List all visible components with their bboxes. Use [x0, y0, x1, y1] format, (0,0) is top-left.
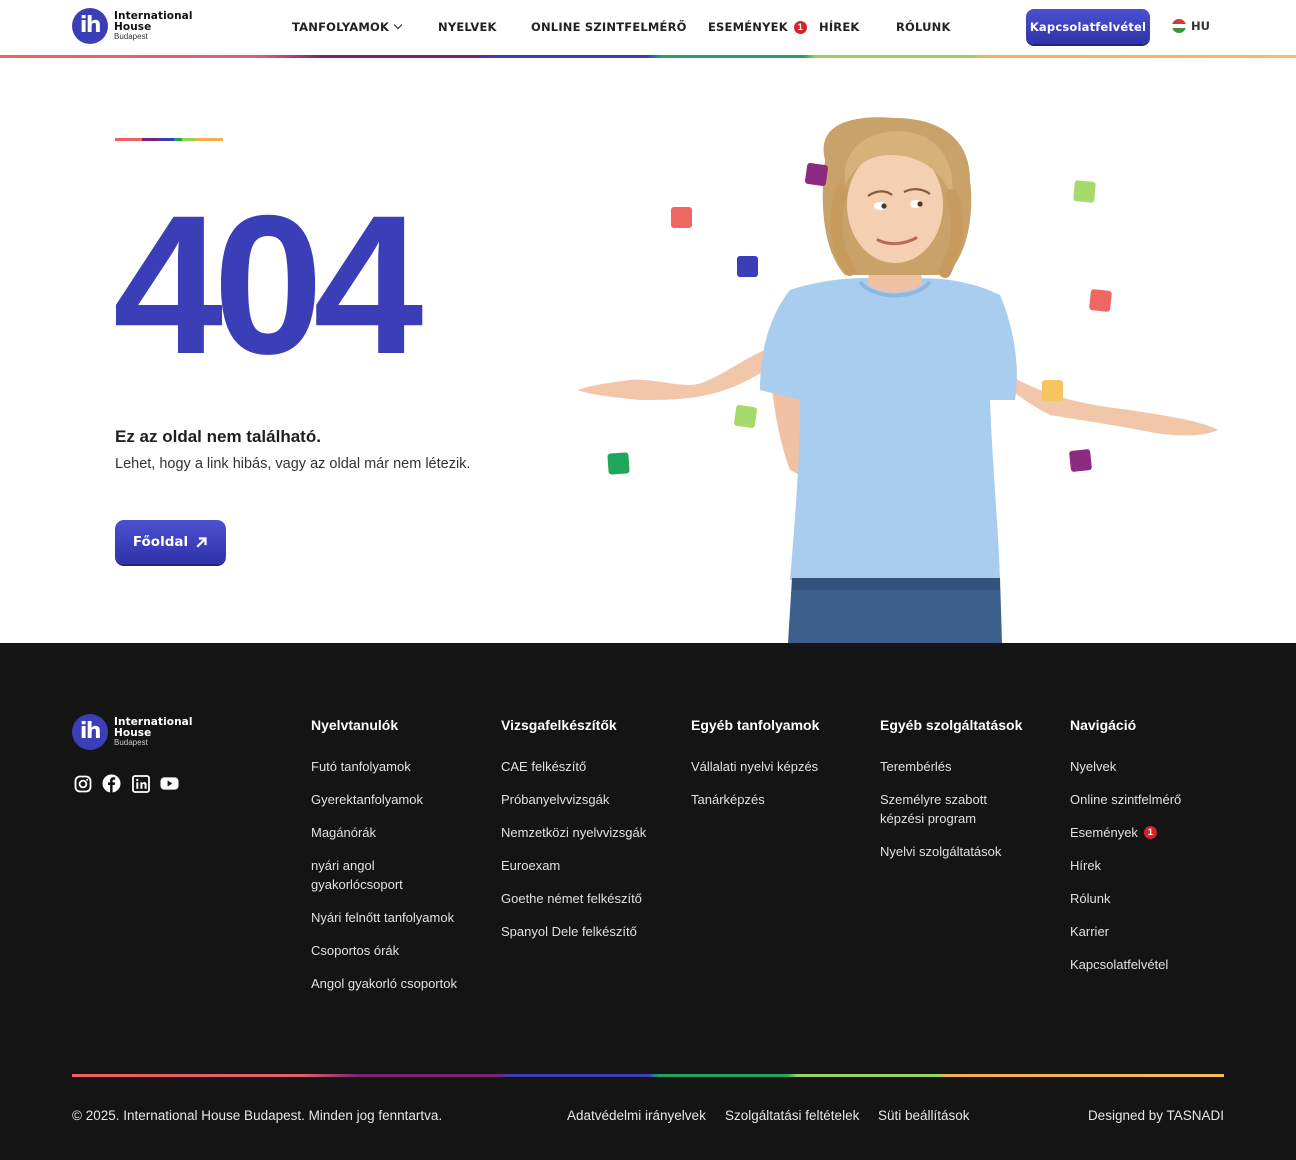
footer-link[interactable]: Hírek: [1070, 856, 1181, 875]
language-label: HU: [1191, 19, 1210, 33]
nav-esemenyek[interactable]: ESEMÉNYEK 1: [708, 0, 807, 54]
header-rainbow-divider: [0, 55, 1296, 58]
logo-line-3: Budapest: [114, 32, 148, 41]
footer-link[interactable]: Nyelvek: [1070, 757, 1181, 776]
privacy-policy-link[interactable]: Adatvédelmi irányelvek: [567, 1108, 706, 1123]
footer-column-navigacio: Navigáció Nyelvek Online szintfelmérő Es…: [1070, 717, 1181, 988]
language-selector[interactable]: HU: [1172, 19, 1222, 33]
footer-column-nyelvtanulok: Nyelvtanulók Futó tanfolyamok Gyerektanf…: [311, 717, 457, 1007]
logo-line-1: International: [114, 10, 193, 22]
nav-hirek[interactable]: HÍREK: [819, 0, 860, 54]
copyright-text: © 2025. International House Budapest. Mi…: [72, 1108, 443, 1123]
nav-rolunk[interactable]: RÓLUNK: [896, 0, 951, 54]
instagram-icon[interactable]: [73, 774, 92, 793]
nav-label: TANFOLYAMOK: [292, 20, 390, 34]
footer-link[interactable]: Terembérlés: [880, 757, 1022, 776]
footer-link-esemenyek[interactable]: Események 1: [1070, 823, 1181, 842]
confetti-square: [804, 162, 829, 187]
confetti-square: [671, 207, 692, 228]
youtube-icon[interactable]: [160, 774, 179, 793]
error-code: 404: [113, 174, 423, 395]
nav-nyelvek[interactable]: NYELVEK: [438, 0, 497, 54]
footer-link[interactable]: CAE felkészítő: [501, 757, 646, 776]
nav-label: ESEMÉNYEK: [708, 20, 788, 34]
footer-link[interactable]: Nyári felnőtt tanfolyamok: [311, 908, 457, 927]
confetti-square: [737, 256, 758, 277]
designed-by-link[interactable]: Designed by TASNADI: [1088, 1108, 1224, 1123]
events-count-badge: 1: [793, 20, 807, 34]
footer-link[interactable]: nyári angol gyakorlócsoport: [311, 856, 421, 894]
footer-link[interactable]: Nyelvi szolgáltatások: [880, 842, 1022, 861]
footer-link[interactable]: Személyre szabott képzési program: [880, 790, 1005, 828]
footer-column-title: Egyéb tanfolyamok: [691, 717, 820, 733]
footer-link[interactable]: Spanyol Dele felkészítő: [501, 922, 646, 941]
nav-tanfolyamok[interactable]: TANFOLYAMOK: [292, 0, 403, 54]
terms-of-service-link[interactable]: Szolgáltatási feltételek: [725, 1108, 859, 1123]
events-count-badge: 1: [1143, 826, 1157, 839]
accent-rainbow-line: [115, 138, 223, 141]
footer-column-title: Vizsgafelkészítők: [501, 717, 617, 733]
footer-link[interactable]: Goethe német felkészítő: [501, 889, 646, 908]
site-footer: ih International House Budapest Nyelvtan…: [0, 643, 1296, 1160]
site-logo[interactable]: ih International House Budapest: [72, 8, 193, 44]
footer-column-title: Nyelvtanulók: [311, 717, 399, 733]
logo-line-3: Budapest: [114, 738, 148, 747]
nav-label: HÍREK: [819, 20, 860, 34]
confetti-square: [1042, 380, 1063, 401]
nav-online-szintfelmero[interactable]: ONLINE SZINTFELMÉRŐ: [531, 0, 687, 54]
confetti-square: [1068, 448, 1093, 473]
logo-line-1: International: [114, 716, 193, 728]
footer-link[interactable]: Rólunk: [1070, 889, 1181, 908]
logo-mark: ih: [72, 8, 108, 44]
confetti-square: [607, 452, 630, 475]
confetti-square: [1088, 288, 1113, 313]
footer-link[interactable]: Angol gyakorló csoportok: [311, 974, 457, 993]
cookie-settings-link[interactable]: Süti beállítások: [878, 1108, 970, 1123]
nav-label: ONLINE SZINTFELMÉRŐ: [531, 20, 687, 34]
chevron-down-icon: [1217, 24, 1222, 29]
footer-link-label: Események: [1070, 825, 1138, 840]
nav-label: RÓLUNK: [896, 20, 951, 34]
footer-rainbow-divider: [72, 1074, 1224, 1077]
footer-link[interactable]: Nemzetközi nyelvvizsgák: [501, 823, 646, 842]
social-links: [73, 774, 179, 793]
footer-link[interactable]: Magánórák: [311, 823, 457, 842]
shrugging-person-image: [560, 100, 1240, 643]
footer-link[interactable]: Vállalati nyelvi képzés: [691, 757, 819, 776]
footer-column-egyeb-tanfolyamok: Egyéb tanfolyamok Vállalati nyelvi képzé…: [691, 717, 819, 823]
footer-link[interactable]: Kapcsolatfelvétel: [1070, 955, 1181, 974]
nav-label: NYELVEK: [438, 20, 497, 34]
footer-link[interactable]: Karrier: [1070, 922, 1181, 941]
site-header: ih International House Budapest TANFOLYA…: [0, 0, 1296, 56]
confetti-square: [733, 404, 758, 429]
not-found-title: Ez az oldal nem található.: [115, 427, 321, 446]
logo-mark: ih: [72, 714, 108, 750]
footer-link[interactable]: Próbanyelvvizsgák: [501, 790, 646, 809]
chevron-down-icon: [393, 20, 403, 30]
facebook-icon[interactable]: [102, 774, 121, 793]
footer-link[interactable]: Csoportos órák: [311, 941, 457, 960]
contact-button[interactable]: Kapcsolatfelvétel: [1026, 9, 1150, 44]
footer-column-egyeb-szolgaltatasok: Egyéb szolgáltatások Terembérlés Személy…: [880, 717, 1022, 875]
not-found-subtitle: Lehet, hogy a link hibás, vagy az oldal …: [115, 456, 471, 472]
logo-line-2: House: [114, 726, 152, 739]
footer-link[interactable]: Euroexam: [501, 856, 646, 875]
footer-link[interactable]: Futó tanfolyamok: [311, 757, 457, 776]
footer-column-title: Navigáció: [1070, 717, 1137, 733]
home-button[interactable]: Főoldal: [115, 520, 226, 564]
home-button-label: Főoldal: [132, 534, 189, 550]
footer-column-title: Egyéb szolgáltatások: [880, 717, 1023, 733]
hungarian-flag-icon: [1172, 19, 1186, 33]
footer-link[interactable]: Online szintfelmérő: [1070, 790, 1181, 809]
logo-line-2: House: [114, 20, 152, 33]
arrow-up-right-icon: [196, 537, 207, 548]
footer-logo[interactable]: ih International House Budapest: [72, 714, 193, 750]
footer-link[interactable]: Tanárképzés: [691, 790, 819, 809]
footer-column-vizsgafelkeszitok: Vizsgafelkészítők CAE felkészítő Próbany…: [501, 717, 646, 955]
footer-link[interactable]: Gyerektanfolyamok: [311, 790, 457, 809]
confetti-square: [1073, 180, 1096, 203]
linkedin-icon[interactable]: [131, 774, 150, 793]
